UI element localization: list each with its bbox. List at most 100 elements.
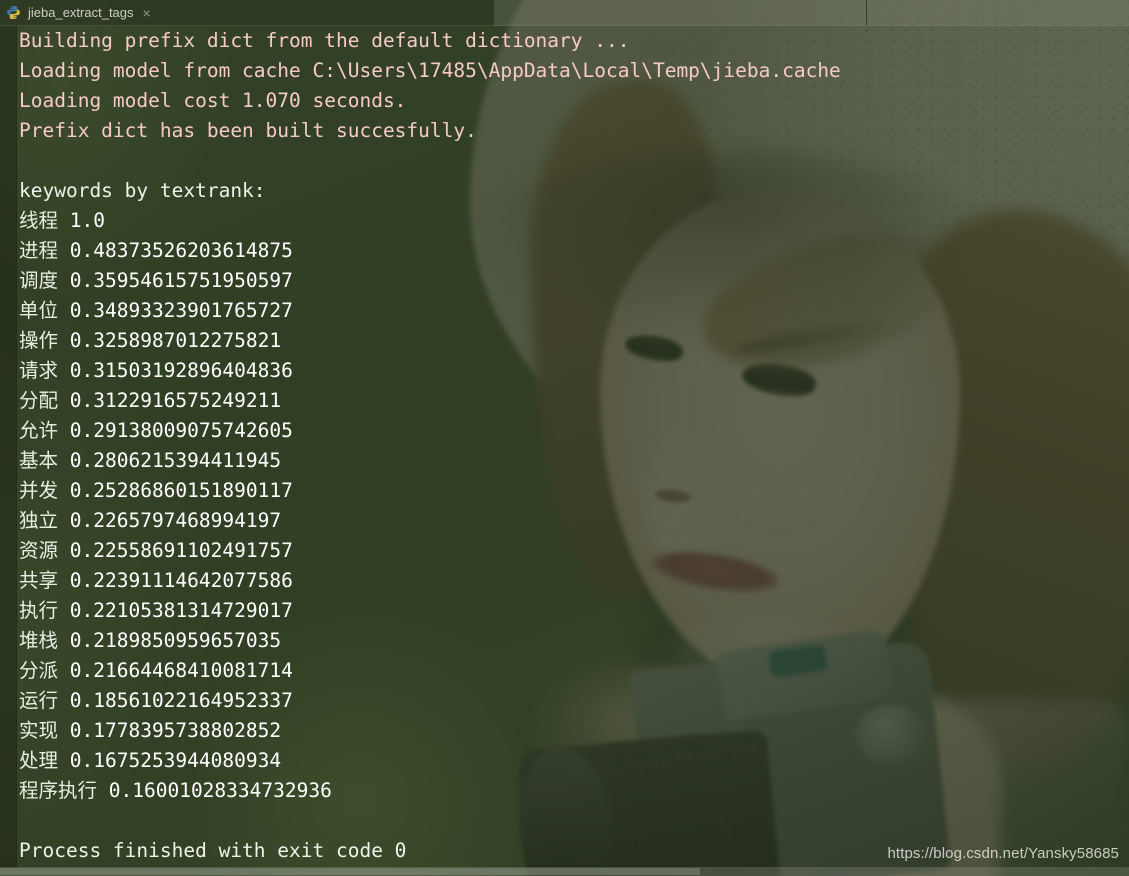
keyword-token: 实现 <box>19 719 59 742</box>
keyword-row: 并发 0.25286860151890117 <box>19 476 1124 506</box>
keyword-token: 执行 <box>19 599 59 622</box>
keyword-score: 0.48373526203614875 <box>69 239 293 262</box>
keyword-token: 处理 <box>19 749 59 772</box>
keyword-row: 请求 0.31503192896404836 <box>19 356 1124 386</box>
horizontal-scrollbar[interactable] <box>0 867 1129 876</box>
keyword-token: 线程 <box>19 209 59 232</box>
keyword-row: 基本 0.2806215394411945 <box>19 446 1124 476</box>
keyword-line-list: 线程 1.0 进程 0.48373526203614875 调度 0.3595461… <box>19 206 1124 806</box>
keyword-row: 分派 0.21664468410081714 <box>19 656 1124 686</box>
keyword-separator <box>58 569 70 592</box>
keyword-token: 运行 <box>19 689 59 712</box>
keyword-separator <box>58 209 70 232</box>
keyword-token: 分配 <box>19 389 59 412</box>
console-lines: Building prefix dict from the default di… <box>19 26 1124 866</box>
keyword-token: 单位 <box>19 299 59 322</box>
pycharm-run-console-window: Building prefix dict from the default di… <box>0 0 1129 876</box>
console-line-stderr: Building prefix dict from the default di… <box>19 29 630 52</box>
keyword-row: 操作 0.3258987012275821 <box>19 326 1124 356</box>
keyword-token: 资源 <box>19 539 59 562</box>
close-icon[interactable]: × <box>141 6 153 20</box>
keyword-separator <box>58 599 70 622</box>
tab-jieba-extract-tags[interactable]: jieba_extract_tags × <box>0 0 160 26</box>
keyword-row: 进程 0.48373526203614875 <box>19 236 1124 266</box>
keyword-separator <box>58 689 70 712</box>
console-line-stderr: Loading model from cache C:\Users\17485\… <box>19 59 841 82</box>
keyword-score: 0.34893323901765727 <box>69 299 293 322</box>
keyword-separator <box>58 449 70 472</box>
console-line-stderr: Loading model cost 1.070 seconds. <box>19 89 407 112</box>
keyword-row: 堆栈 0.2189850959657035 <box>19 626 1124 656</box>
keyword-separator <box>58 749 70 772</box>
console-output-area[interactable]: Building prefix dict from the default di… <box>0 26 1129 868</box>
keyword-row: 共享 0.22391114642077586 <box>19 566 1124 596</box>
keyword-token: 分派 <box>19 659 59 682</box>
keyword-token: 允许 <box>19 419 59 442</box>
csdn-watermark: https://blog.csdn.net/Yansky58685 <box>887 845 1119 862</box>
tab-label: jieba_extract_tags <box>28 5 134 20</box>
keyword-separator <box>58 269 70 292</box>
editor-tab-bar: jieba_extract_tags × <box>0 0 1129 26</box>
console-line-heading: keywords by textrank: <box>19 179 266 202</box>
keyword-score: 0.3122916575249211 <box>69 389 282 412</box>
keyword-token: 堆栈 <box>19 629 59 652</box>
keyword-token: 调度 <box>19 269 59 292</box>
keyword-separator <box>58 359 70 382</box>
keyword-separator <box>58 389 70 412</box>
keyword-token: 请求 <box>19 359 59 382</box>
keyword-separator <box>58 479 70 502</box>
keyword-separator <box>58 299 70 322</box>
keyword-separator <box>58 659 70 682</box>
keyword-score: 0.1675253944080934 <box>69 749 282 772</box>
console-gutter <box>0 26 17 868</box>
keyword-token: 进程 <box>19 239 59 262</box>
keyword-score: 1.0 <box>69 209 105 232</box>
keyword-row: 实现 0.1778395738802852 <box>19 716 1124 746</box>
keyword-row: 调度 0.35954615751950597 <box>19 266 1124 296</box>
keyword-row: 单位 0.34893323901765727 <box>19 296 1124 326</box>
keyword-score: 0.29138009075742605 <box>69 419 293 442</box>
keyword-separator <box>58 329 70 352</box>
console-line-stderr: Prefix dict has been built succesfully. <box>19 119 477 142</box>
python-file-icon <box>6 5 21 20</box>
horizontal-scrollbar-thumb[interactable] <box>0 868 700 875</box>
keyword-token: 并发 <box>19 479 59 502</box>
keyword-separator <box>58 239 70 262</box>
keyword-separator <box>58 419 70 442</box>
keyword-score: 0.18561022164952337 <box>69 689 293 712</box>
keyword-row: 处理 0.1675253944080934 <box>19 746 1124 776</box>
tab-bar-left-region: jieba_extract_tags × <box>0 0 493 26</box>
keyword-score: 0.1778395738802852 <box>69 719 282 742</box>
keyword-score: 0.22391114642077586 <box>69 569 293 592</box>
keyword-separator <box>97 779 109 802</box>
keyword-score: 0.25286860151890117 <box>69 479 293 502</box>
keyword-row: 分配 0.3122916575249211 <box>19 386 1124 416</box>
keyword-separator <box>58 629 70 652</box>
keyword-row: 资源 0.22558691102491757 <box>19 536 1124 566</box>
keyword-token: 独立 <box>19 509 59 532</box>
keyword-separator <box>58 719 70 742</box>
keyword-score: 0.16001028334732936 <box>108 779 332 802</box>
keyword-separator <box>58 539 70 562</box>
keyword-score: 0.2189850959657035 <box>69 629 282 652</box>
tab-bar-right-region <box>866 0 1129 26</box>
keyword-row: 执行 0.22105381314729017 <box>19 596 1124 626</box>
keyword-score: 0.3258987012275821 <box>69 329 282 352</box>
keyword-score: 0.21664468410081714 <box>69 659 293 682</box>
keyword-score: 0.2806215394411945 <box>69 449 282 472</box>
keyword-score: 0.22105381314729017 <box>69 599 293 622</box>
keyword-score: 0.31503192896404836 <box>69 359 293 382</box>
keyword-row: 程序执行 0.16001028334732936 <box>19 776 1124 806</box>
keyword-token: 程序执行 <box>19 779 98 802</box>
keyword-separator <box>58 509 70 532</box>
keyword-token: 操作 <box>19 329 59 352</box>
keyword-token: 共享 <box>19 569 59 592</box>
keyword-score: 0.22558691102491757 <box>69 539 293 562</box>
keyword-row: 允许 0.29138009075742605 <box>19 416 1124 446</box>
keyword-row: 独立 0.2265797468994197 <box>19 506 1124 536</box>
keyword-score: 0.35954615751950597 <box>69 269 293 292</box>
keyword-row: 线程 1.0 <box>19 206 1124 236</box>
tab-bar-middle-region <box>493 0 866 26</box>
